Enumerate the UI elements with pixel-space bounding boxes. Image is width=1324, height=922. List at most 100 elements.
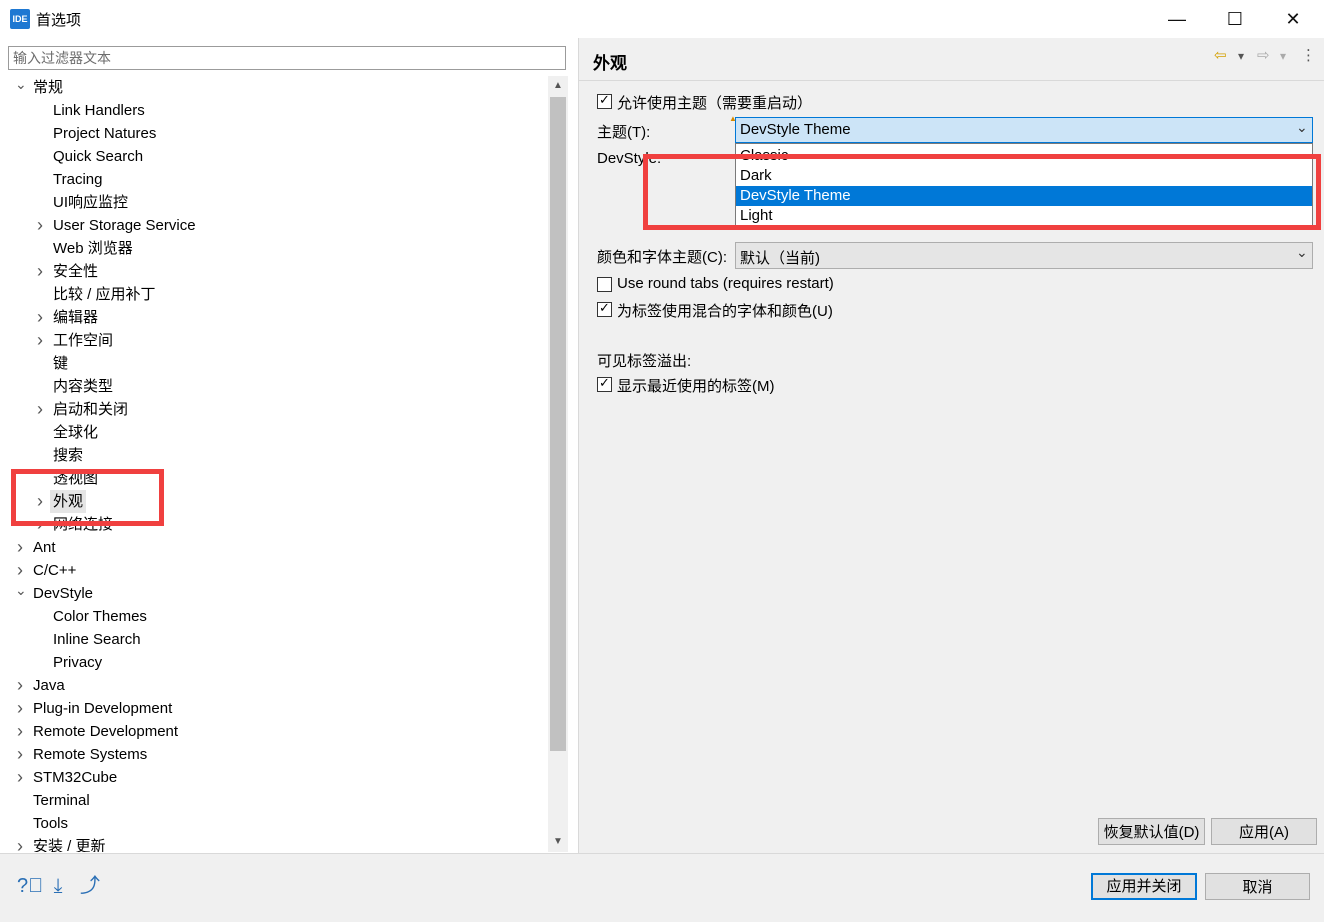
scroll-up-icon[interactable]: ▲ xyxy=(548,76,568,96)
back-arrow-icon[interactable]: ⇦ xyxy=(1214,46,1227,64)
apply-button[interactable]: 应用(A) xyxy=(1211,818,1317,845)
tree-item-label: User Storage Service xyxy=(53,217,196,234)
chevron-down-icon[interactable]: ⌄ xyxy=(1296,119,1308,136)
tree-item[interactable]: Terminal xyxy=(0,789,548,812)
tree-item[interactable]: Inline Search xyxy=(0,628,548,651)
tree-item-label: 安装 / 更新 xyxy=(33,838,106,852)
tree-item[interactable]: 全球化 xyxy=(0,421,548,444)
page-header xyxy=(579,38,1324,81)
tree-item-label: 内容类型 xyxy=(53,378,114,395)
cancel-button[interactable]: 取消 xyxy=(1205,873,1310,900)
scroll-down-icon[interactable]: ▼ xyxy=(548,832,568,852)
show-recent-checkbox[interactable] xyxy=(597,375,612,392)
tree-item[interactable]: UI响应监控 xyxy=(0,191,548,214)
highlight-box-theme-list xyxy=(643,154,1321,230)
import-icon[interactable]: ⤓ xyxy=(47,875,69,897)
chevron-right-icon[interactable] xyxy=(35,329,45,352)
tree-item-label: Terminal xyxy=(33,792,90,809)
title-bar xyxy=(0,0,1324,39)
tree-item[interactable]: 安装 / 更新 xyxy=(0,835,548,852)
tree-item-label: STM32Cube xyxy=(33,769,118,786)
tree-item-label: 编辑器 xyxy=(53,309,99,326)
tree-item-label: 工作空间 xyxy=(53,332,114,349)
preferences-tree: 常规 Link Handlers Project Natures Quick Sear… xyxy=(0,76,548,852)
tree-item[interactable]: STM32Cube xyxy=(0,766,548,789)
filter-input[interactable] xyxy=(8,46,566,70)
tree-item[interactable]: Web 浏览器 xyxy=(0,237,548,260)
back-dropdown-icon[interactable]: ▾ xyxy=(1238,49,1244,63)
tree-item[interactable]: Color Themes xyxy=(0,605,548,628)
theme-select-value: DevStyle Theme xyxy=(740,121,851,138)
round-tabs-checkbox[interactable] xyxy=(597,277,612,292)
tab-overflow-label: 可见标签溢出: xyxy=(597,353,692,370)
forward-dropdown-icon[interactable]: ▾ xyxy=(1280,49,1286,63)
chevron-right-icon[interactable] xyxy=(15,674,25,697)
tree-item[interactable]: User Storage Service xyxy=(0,214,548,237)
tree-item[interactable]: Java xyxy=(0,674,548,697)
chevron-right-icon[interactable] xyxy=(15,743,25,766)
chevron-right-icon[interactable] xyxy=(15,697,25,720)
tree-item[interactable]: 工作空间 xyxy=(0,329,548,352)
chevron-down-icon[interactable]: ⌄ xyxy=(1296,244,1308,261)
forward-arrow-icon[interactable]: ⇨ xyxy=(1257,46,1270,64)
restore-defaults-button[interactable]: 恢复默认值(D) xyxy=(1098,818,1205,845)
tree-item-label: Tracing xyxy=(53,171,103,188)
chevron-right-icon[interactable] xyxy=(35,260,45,283)
color-font-theme-value: 默认（当前) xyxy=(740,250,820,267)
tree-item[interactable]: DevStyle xyxy=(0,582,548,605)
tree-item[interactable]: Tools xyxy=(0,812,548,835)
tree-item[interactable]: 内容类型 xyxy=(0,375,548,398)
tree-item-label: Plug-in Development xyxy=(33,700,173,717)
tree-item-label: 常规 xyxy=(33,79,64,96)
tree-item[interactable]: 键 xyxy=(0,352,548,375)
tree-item-label: Remote Development xyxy=(33,723,179,740)
chevron-right-icon[interactable] xyxy=(35,306,45,329)
color-font-theme-select[interactable] xyxy=(735,242,1313,269)
tree-item[interactable]: 启动和关闭 xyxy=(0,398,548,421)
tree-item[interactable]: C/C++ xyxy=(0,559,548,582)
tree-item[interactable]: Tracing xyxy=(0,168,548,191)
chevron-right-icon[interactable] xyxy=(15,559,25,582)
round-tabs-label: Use round tabs (requires restart) xyxy=(617,275,834,292)
chevron-right-icon[interactable] xyxy=(15,766,25,789)
chevron-right-icon[interactable] xyxy=(15,835,25,852)
chevron-right-icon[interactable] xyxy=(15,720,25,743)
tree-item[interactable]: Remote Systems xyxy=(0,743,548,766)
tree-item-label: 比较 / 应用补丁 xyxy=(53,286,156,303)
chevron-down-icon[interactable] xyxy=(15,76,25,99)
minimize-button[interactable]: — xyxy=(1148,0,1206,38)
app-logo-icon: IDE xyxy=(10,9,30,29)
tree-item[interactable]: Plug-in Development xyxy=(0,697,548,720)
tree-item-label: Project Natures xyxy=(53,125,157,142)
tree-item[interactable]: Link Handlers xyxy=(0,99,548,122)
tree-item-label: Color Themes xyxy=(53,608,147,625)
chevron-right-icon[interactable] xyxy=(15,536,25,559)
close-button[interactable]: ✕ xyxy=(1264,0,1322,38)
tree-item[interactable]: Ant xyxy=(0,536,548,559)
color-font-theme-label: 颜色和字体主题(C): xyxy=(597,249,727,266)
chevron-right-icon[interactable] xyxy=(35,214,45,237)
tree-item[interactable]: Remote Development xyxy=(0,720,548,743)
help-icon[interactable]: ?⃝ xyxy=(17,875,43,897)
maximize-button[interactable]: ☐ xyxy=(1206,0,1264,38)
apply-and-close-button[interactable]: 应用并关闭 xyxy=(1091,873,1197,900)
tree-item[interactable]: 常规 xyxy=(0,76,548,99)
tree-item[interactable]: Privacy xyxy=(0,651,548,674)
tree-item[interactable]: Quick Search xyxy=(0,145,548,168)
tree-item-label: 搜索 xyxy=(53,447,84,464)
mixed-fonts-checkbox[interactable] xyxy=(597,300,612,317)
view-menu-icon[interactable]: ⋮ xyxy=(1301,46,1316,64)
scroll-thumb[interactable] xyxy=(550,97,566,751)
tree-item[interactable]: 安全性 xyxy=(0,260,548,283)
highlight-box-appearance xyxy=(11,469,164,526)
tree-item[interactable]: Project Natures xyxy=(0,122,548,145)
tree-item-label: Web 浏览器 xyxy=(53,240,133,257)
chevron-down-icon[interactable] xyxy=(15,582,25,605)
tree-item[interactable]: 比较 / 应用补丁 xyxy=(0,283,548,306)
enable-theme-checkbox[interactable] xyxy=(597,92,612,109)
export-icon[interactable]: ⤴ xyxy=(79,875,101,897)
tree-item[interactable]: 编辑器 xyxy=(0,306,548,329)
tree-item[interactable]: 搜索 xyxy=(0,444,548,467)
page-title: 外观 xyxy=(593,54,627,73)
chevron-right-icon[interactable] xyxy=(35,398,45,421)
